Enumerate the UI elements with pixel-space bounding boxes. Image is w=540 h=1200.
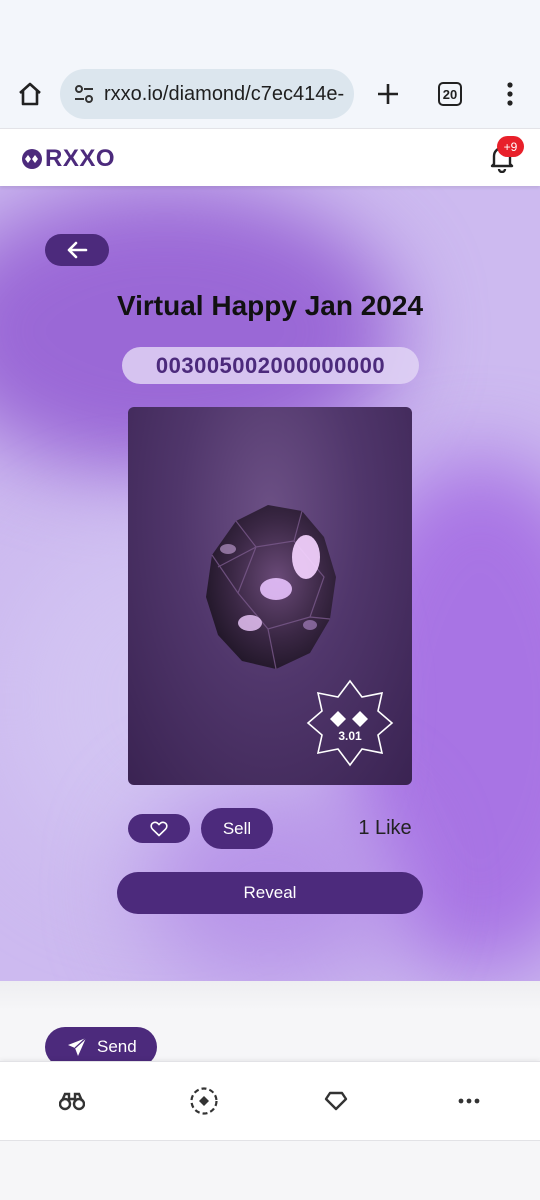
rough-diamond-image	[206, 505, 336, 670]
send-label: Send	[97, 1037, 137, 1056]
diamond-id: 003005002000000000	[122, 347, 419, 384]
arrow-left-icon	[67, 241, 88, 259]
carat-value: 3.01	[338, 729, 362, 743]
more-horiz-icon	[458, 1098, 480, 1104]
nav-scan[interactable]	[189, 1086, 219, 1116]
binoculars-icon	[59, 1092, 85, 1111]
site-settings-icon[interactable]	[72, 82, 96, 106]
logo-mark-icon	[22, 149, 42, 169]
back-button[interactable]	[45, 234, 109, 266]
page-bottom-area	[0, 1141, 540, 1200]
url-text: rxxo.io/diamond/c7ec414e-	[104, 82, 345, 105]
scan-target-icon	[190, 1087, 218, 1115]
browser-toolbar: rxxo.io/diamond/c7ec414e- 20	[0, 60, 540, 128]
diamond-card[interactable]: 3.01	[128, 407, 412, 785]
bottom-navigation	[0, 1061, 540, 1141]
status-bar	[0, 0, 540, 60]
tab-switcher[interactable]: 20	[438, 82, 462, 106]
site-header: RXXO	[0, 128, 540, 186]
page-title: Virtual Happy Jan 2024	[116, 290, 424, 321]
nav-more[interactable]	[454, 1086, 484, 1116]
rxxo-logo[interactable]: RXXO	[22, 145, 115, 173]
paper-plane-icon	[68, 1037, 87, 1056]
nav-diamonds[interactable]	[321, 1086, 351, 1116]
reveal-button[interactable]: Reveal	[117, 872, 423, 914]
home-icon[interactable]	[16, 80, 44, 108]
new-tab-icon[interactable]	[374, 80, 402, 108]
like-button[interactable]	[128, 814, 190, 843]
logo-text: RXXO	[45, 145, 116, 172]
heart-icon	[150, 821, 168, 836]
diamond-hero: Virtual Happy Jan 2024 00300500200000000…	[0, 186, 540, 981]
actions-section: Send	[0, 981, 540, 1071]
more-vert-icon[interactable]	[498, 80, 522, 108]
like-count: 1 Like	[358, 817, 412, 839]
nav-explore[interactable]	[57, 1086, 87, 1116]
diamond-icon	[324, 1091, 348, 1111]
sell-button[interactable]: Sell	[201, 808, 273, 849]
carat-badge-icon	[306, 679, 394, 767]
notification-badge: +9	[497, 136, 524, 157]
address-bar[interactable]: rxxo.io/diamond/c7ec414e-	[60, 69, 354, 119]
